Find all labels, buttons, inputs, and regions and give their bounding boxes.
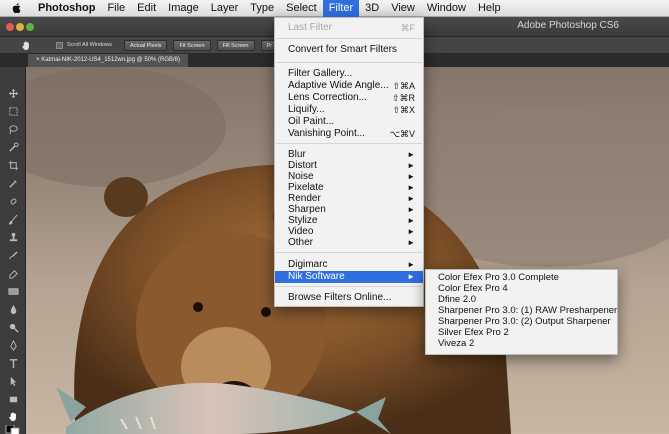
minimize-window-button[interactable] (16, 23, 24, 31)
menu-window[interactable]: Window (421, 0, 472, 17)
hand-icon[interactable] (16, 38, 36, 52)
menu-help[interactable]: Help (472, 0, 507, 17)
scroll-all-windows-label: Scroll All Windows (67, 42, 112, 48)
move-tool-icon[interactable] (7, 87, 19, 99)
app-title: Adobe Photoshop CS6 (517, 20, 619, 31)
digimarc-label: Digimarc (288, 259, 328, 270)
brush-tool-icon[interactable] (7, 213, 19, 225)
blur-label: Blur (288, 149, 306, 160)
menu-photoshop[interactable]: Photoshop (32, 0, 101, 17)
blur-tool-icon[interactable] (7, 303, 19, 315)
menu-separator (276, 286, 422, 287)
pen-tool-icon[interactable] (7, 339, 19, 351)
menu-item-convert-smart-filters[interactable]: Convert for Smart Filters (275, 44, 423, 56)
history-brush-tool-icon[interactable] (7, 249, 19, 261)
submenu-item-silver-efex-pro[interactable]: Silver Efex Pro 2 (426, 327, 617, 338)
pixelate-label: Pixelate (288, 182, 324, 193)
menu-select[interactable]: Select (280, 0, 323, 17)
menu-item-digimarc[interactable]: Digimarc ► (275, 259, 423, 271)
crop-tool-icon[interactable] (7, 159, 19, 171)
menu-file[interactable]: File (101, 0, 131, 17)
noise-label: Noise (288, 171, 314, 182)
video-label: Video (288, 226, 314, 237)
color-swatches-icon[interactable] (5, 424, 21, 434)
shape-tool-icon[interactable] (7, 393, 19, 405)
menu-type[interactable]: Type (244, 0, 280, 17)
nik-software-submenu: Color Efex Pro 3.0 Complete Color Efex P… (425, 269, 618, 355)
menu-item-liquify[interactable]: Liquify... ⇧⌘X (275, 104, 423, 116)
submenu-item-viveza[interactable]: Viveza 2 (426, 338, 617, 349)
menu-item-other[interactable]: Other ► (275, 237, 423, 249)
render-label: Render (288, 193, 321, 204)
clone-stamp-tool-icon[interactable] (7, 231, 19, 243)
menu-item-filter-gallery[interactable]: Filter Gallery... (275, 68, 423, 80)
menu-separator (276, 252, 422, 253)
menu-item-nik-software[interactable]: Nik Software ► (275, 271, 423, 283)
menu-separator (276, 62, 422, 63)
filter-menu: Last Filter ⌘F Convert for Smart Filters… (274, 17, 424, 307)
menu-filter[interactable]: Filter (322, 0, 360, 17)
menu-3d[interactable]: 3D (359, 0, 385, 17)
dodge-tool-icon[interactable] (7, 321, 19, 333)
hand-tool-icon[interactable] (7, 410, 19, 422)
last-filter-shortcut: ⌘F (400, 23, 416, 33)
eraser-tool-icon[interactable] (7, 267, 19, 279)
vanishing-point-shortcut: ⌥⌘V (389, 129, 415, 139)
submenu-arrow-icon: ► (407, 260, 415, 269)
menu-item-browse-filters-online[interactable]: Browse Filters Online... (275, 292, 423, 304)
lasso-tool-icon[interactable] (7, 123, 19, 135)
adaptive-wide-angle-shortcut: ⇧⌘A (392, 81, 415, 91)
fill-screen-button[interactable]: Fill Screen (216, 39, 255, 51)
menu-layer[interactable]: Layer (205, 0, 245, 17)
submenu-item-dfine[interactable]: Dfine 2.0 (426, 294, 617, 305)
gradient-tool-icon[interactable] (7, 285, 19, 297)
type-tool-icon[interactable] (7, 357, 19, 369)
liquify-label: Liquify... (288, 104, 325, 115)
actual-pixels-button[interactable]: Actual Pixels (123, 39, 168, 51)
eyedropper-tool-icon[interactable] (7, 177, 19, 189)
marquee-tool-icon[interactable] (7, 105, 19, 117)
distort-label: Distort (288, 160, 317, 171)
other-label: Other (288, 237, 314, 248)
menu-bar: Photoshop File Edit Image Layer Type Sel… (0, 0, 669, 17)
menu-item-vanishing-point[interactable]: Vanishing Point... ⌥⌘V (275, 128, 423, 140)
last-filter-label: Last Filter (288, 22, 332, 33)
submenu-item-sharpener-raw[interactable]: Sharpener Pro 3.0: (1) RAW Presharpener (426, 305, 617, 316)
zoom-window-button[interactable] (26, 23, 34, 31)
scroll-all-windows-checkbox[interactable] (56, 41, 63, 49)
tools-panel (0, 67, 26, 434)
document-tab[interactable]: × Katmai-NIK-2012-US4_1512wn.jpg @ 50% (… (28, 54, 189, 67)
healing-brush-tool-icon[interactable] (7, 195, 19, 207)
submenu-arrow-icon: ► (407, 238, 415, 247)
submenu-item-sharpener-output[interactable]: Sharpener Pro 3.0: (2) Output Sharpener (426, 316, 617, 327)
quick-selection-tool-icon[interactable] (7, 141, 19, 153)
stylize-label: Stylize (288, 215, 318, 226)
liquify-shortcut: ⇧⌘X (392, 105, 415, 115)
menu-item-adaptive-wide-angle[interactable]: Adaptive Wide Angle... ⇧⌘A (275, 80, 423, 92)
submenu-item-color-efex-pro-3[interactable]: Color Efex Pro 3.0 Complete (426, 272, 617, 283)
lens-correction-label: Lens Correction... (288, 92, 367, 103)
menu-image[interactable]: Image (162, 0, 205, 17)
menu-item-oil-paint[interactable]: Oil Paint... (275, 116, 423, 128)
document-tab-label: Katmai-NIK-2012-US4_1512wn.jpg @ 50% (RG… (41, 57, 181, 63)
close-tab-icon[interactable]: × (36, 57, 40, 63)
menu-separator (276, 38, 422, 39)
adaptive-wide-angle-label: Adaptive Wide Angle... (288, 80, 389, 91)
close-window-button[interactable] (6, 23, 14, 31)
sharpen-label: Sharpen (288, 204, 326, 215)
nik-software-label: Nik Software (288, 271, 345, 282)
submenu-arrow-icon: ► (407, 272, 415, 281)
vanishing-point-label: Vanishing Point... (288, 128, 366, 139)
submenu-item-color-efex-pro-4[interactable]: Color Efex Pro 4 (426, 283, 617, 294)
menu-separator (276, 143, 422, 144)
menu-item-lens-correction[interactable]: Lens Correction... ⇧⌘R (275, 92, 423, 104)
menu-edit[interactable]: Edit (131, 0, 162, 17)
apple-icon[interactable] (10, 1, 24, 15)
menu-item-last-filter: Last Filter ⌘F (275, 22, 423, 34)
fit-screen-button[interactable]: Fit Screen (173, 39, 211, 51)
menu-view[interactable]: View (385, 0, 421, 17)
lens-correction-shortcut: ⇧⌘R (391, 93, 415, 103)
path-selection-tool-icon[interactable] (7, 375, 19, 387)
